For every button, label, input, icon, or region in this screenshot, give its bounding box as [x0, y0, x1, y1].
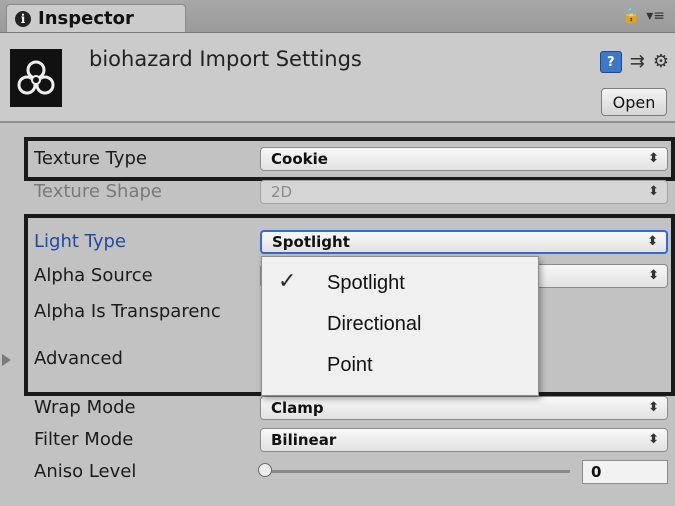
- dropdown-arrows-icon: ⬍: [648, 268, 659, 283]
- aniso-level-slider-track[interactable]: [260, 470, 570, 473]
- light-type-popup-menu: ✓ Spotlight Directional Point: [261, 256, 539, 396]
- filter-mode-label: Filter Mode: [34, 429, 134, 450]
- wrap-mode-dropdown[interactable]: Clamp ⬍: [260, 396, 668, 420]
- import-settings-header: biohazard Import Settings ? ⇉ ⚙ Open: [0, 33, 675, 123]
- tab-tools: 🔒 ▾≡: [623, 8, 665, 24]
- aniso-level-label: Aniso Level: [34, 461, 137, 482]
- light-type-dropdown[interactable]: Spotlight ⬍: [260, 230, 668, 254]
- book-icon[interactable]: ?: [599, 51, 622, 73]
- lock-icon[interactable]: 🔒: [623, 8, 640, 24]
- dropdown-arrows-icon: ⬍: [647, 234, 658, 249]
- dropdown-arrows-icon: ⬍: [648, 184, 659, 199]
- texture-shape-row: Texture Shape 2D ⬍: [0, 177, 675, 207]
- popup-item-label: Point: [327, 354, 373, 376]
- filter-mode-dropdown[interactable]: Bilinear ⬍: [260, 428, 668, 452]
- foldout-arrow-icon[interactable]: [2, 354, 11, 366]
- popup-item-point[interactable]: Point: [262, 347, 538, 387]
- dropdown-arrows-icon: ⬍: [648, 151, 659, 166]
- inspector-tab[interactable]: i Inspector: [6, 4, 186, 32]
- gear-icon[interactable]: ⚙: [653, 52, 669, 72]
- light-type-label: Light Type: [34, 231, 126, 252]
- popup-item-label: Spotlight: [327, 272, 405, 294]
- popup-item-spotlight[interactable]: ✓ Spotlight: [262, 265, 538, 305]
- open-button[interactable]: Open: [601, 88, 667, 116]
- texture-shape-dropdown: 2D ⬍: [260, 180, 668, 204]
- page-title: biohazard Import Settings: [89, 47, 362, 71]
- sliders-icon[interactable]: ⇉: [630, 52, 645, 72]
- wrap-mode-value: Clamp: [271, 399, 324, 417]
- inspector-tab-bar: i Inspector 🔒 ▾≡: [0, 0, 675, 33]
- popup-item-label: Directional: [327, 313, 422, 335]
- wrap-mode-label: Wrap Mode: [34, 397, 136, 418]
- filter-mode-value: Bilinear: [271, 431, 337, 449]
- alpha-is-transparency-label: Alpha Is Transparenc: [34, 301, 221, 322]
- dropdown-arrows-icon: ⬍: [648, 432, 659, 447]
- filter-mode-row: Filter Mode Bilinear ⬍: [0, 425, 675, 455]
- light-type-value: Spotlight: [272, 233, 350, 251]
- popup-item-directional[interactable]: Directional: [262, 306, 538, 346]
- biohazard-icon: [10, 49, 62, 107]
- dropdown-arrows-icon: ⬍: [648, 400, 659, 415]
- texture-type-dropdown[interactable]: Cookie ⬍: [260, 147, 668, 171]
- texture-type-label: Texture Type: [34, 148, 147, 169]
- header-icons: ? ⇉ ⚙: [599, 51, 669, 73]
- alpha-source-label: Alpha Source: [34, 265, 153, 286]
- texture-shape-label: Texture Shape: [34, 181, 162, 202]
- aniso-level-slider-thumb[interactable]: [258, 463, 272, 477]
- aniso-level-input[interactable]: 0: [582, 460, 668, 484]
- menu-icon[interactable]: ▾≡: [646, 8, 665, 24]
- texture-type-value: Cookie: [271, 150, 328, 168]
- texture-type-row: Texture Type Cookie ⬍: [0, 144, 675, 174]
- wrap-mode-row: Wrap Mode Clamp ⬍: [0, 393, 675, 423]
- texture-shape-value: 2D: [271, 183, 293, 201]
- inspector-tab-label: Inspector: [38, 8, 134, 29]
- info-icon: i: [15, 10, 31, 27]
- advanced-label: Advanced: [34, 348, 123, 369]
- checkmark-icon: ✓: [278, 269, 297, 294]
- light-type-row: Light Type Spotlight ⬍: [0, 227, 675, 257]
- aniso-level-row: Aniso Level 0: [0, 457, 675, 487]
